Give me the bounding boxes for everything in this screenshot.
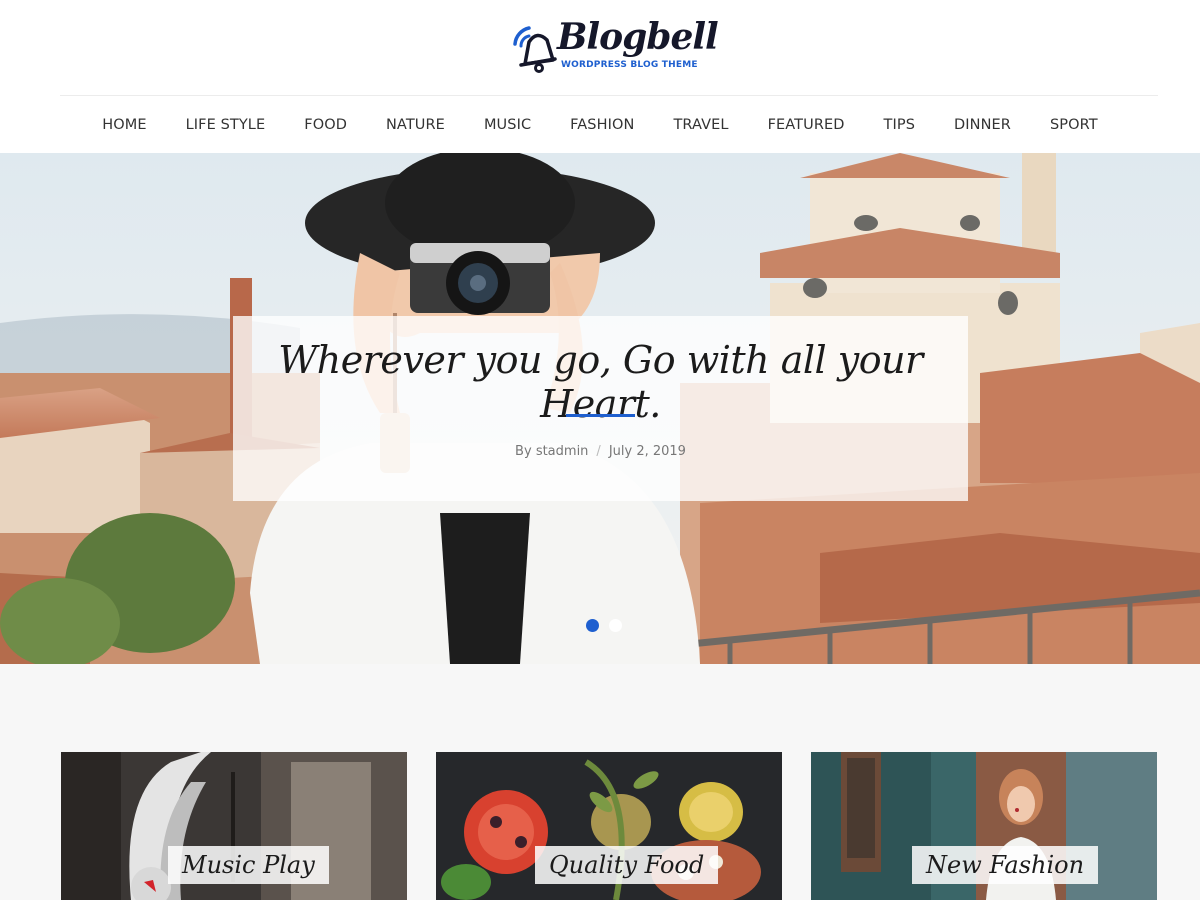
category-card-fashion[interactable]: New Fashion <box>811 752 1157 900</box>
nav-item-music[interactable]: MUSIC <box>464 117 550 133</box>
nav-item-food[interactable]: FOOD <box>285 117 367 133</box>
hero-caption-box: Wherever you go, Go with all your Heart.… <box>233 316 968 501</box>
category-label-fashion[interactable]: New Fashion <box>912 846 1099 884</box>
slider-dot-1[interactable] <box>586 619 599 632</box>
logo-tagline: WORDPRESS BLOG THEME <box>561 60 698 70</box>
nav-item-tips[interactable]: TIPS <box>864 117 934 133</box>
nav-item-featured[interactable]: FEATURED <box>748 117 864 133</box>
author-link[interactable]: stadmin <box>536 444 589 459</box>
category-card-music[interactable]: Music Play <box>61 752 407 900</box>
author-prefix: By <box>515 444 532 459</box>
main-navigation: HOME LIFE STYLE FOOD NATURE MUSIC FASHIO… <box>0 96 1200 153</box>
hero-title-underline <box>566 414 635 417</box>
slider-dot-2[interactable] <box>609 619 622 632</box>
nav-item-fashion[interactable]: FASHION <box>551 117 654 133</box>
site-header: Blogbell WORDPRESS BLOG THEME HOME LIFE … <box>0 0 1200 153</box>
bell-icon <box>513 26 557 73</box>
nav-item-travel[interactable]: TRAVEL <box>654 117 748 133</box>
hero-title[interactable]: Wherever you go, Go with all your Heart. <box>233 338 968 426</box>
hero-post-meta: By stadmin / July 2, 2019 <box>233 444 968 459</box>
nav-item-life-style[interactable]: LIFE STYLE <box>166 117 285 133</box>
site-logo[interactable]: Blogbell WORDPRESS BLOG THEME <box>505 14 719 78</box>
meta-separator: / <box>596 444 601 459</box>
nav-item-sport[interactable]: SPORT <box>1031 117 1118 133</box>
logo-text: Blogbell <box>557 16 719 58</box>
featured-categories-section: Music Play Quality Food New Fashion <box>0 664 1200 900</box>
nav-item-dinner[interactable]: DINNER <box>935 117 1031 133</box>
slider-pagination <box>586 619 622 632</box>
category-label-music[interactable]: Music Play <box>168 846 329 884</box>
category-label-food[interactable]: Quality Food <box>535 846 719 884</box>
nav-item-home[interactable]: HOME <box>83 117 166 133</box>
category-card-food[interactable]: Quality Food <box>436 752 782 900</box>
post-date-link[interactable]: July 2, 2019 <box>609 444 686 459</box>
nav-item-nature[interactable]: NATURE <box>366 117 464 133</box>
hero-slider[interactable]: Wherever you go, Go with all your Heart.… <box>0 153 1200 664</box>
